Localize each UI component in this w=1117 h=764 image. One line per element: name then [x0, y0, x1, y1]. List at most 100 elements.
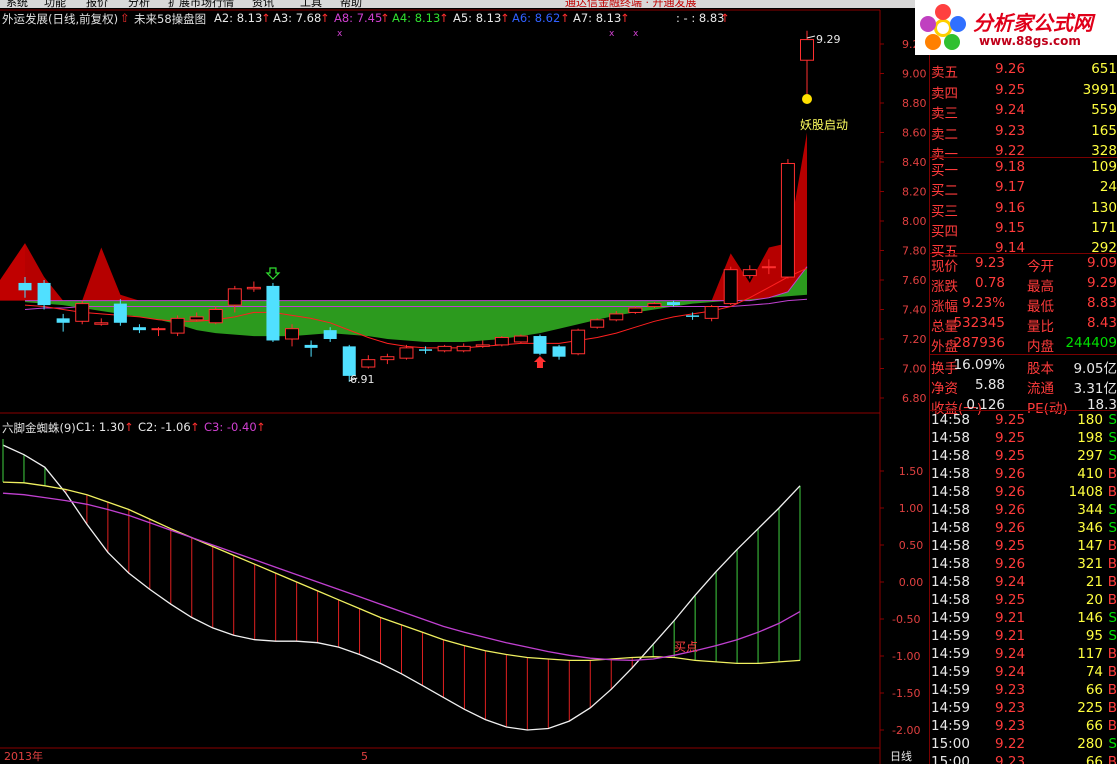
tick-row[interactable]: 14:59 9.23 66 B: [929, 718, 1117, 736]
up-signal-arrow-icon: [533, 356, 546, 368]
tick-row[interactable]: 14:58 9.26 410 B: [929, 466, 1117, 484]
tick-row[interactable]: 14:58 9.26 344 S: [929, 502, 1117, 520]
sell-row[interactable]: 卖五 9.26 651: [929, 61, 1117, 81]
candle: [780, 159, 795, 279]
candle-body: [285, 328, 300, 340]
tick-row[interactable]: 14:58 9.25 180 S: [929, 412, 1117, 430]
candle-body: [208, 309, 223, 324]
price-tick-label: 8.20: [902, 186, 927, 199]
sell-row[interactable]: 卖三 9.24 559: [929, 102, 1117, 122]
stat-row[interactable]: 总量 532345 量比 8.43: [929, 315, 1117, 335]
stat-label: 内盘: [1027, 339, 1054, 355]
stat-row[interactable]: 外盘 287936 内盘 244409: [929, 335, 1117, 355]
price-tick-label: 8.80: [902, 97, 927, 110]
buy-row[interactable]: 买三 9.16 130: [929, 199, 1117, 220]
buy-row[interactable]: 买二 9.17 24: [929, 179, 1117, 199]
buy-row[interactable]: 买一 9.18 109: [929, 159, 1117, 179]
tick-time: 14:58: [931, 412, 970, 428]
buy-row[interactable]: 买四 9.15 171: [929, 220, 1117, 240]
stat-value: 8.83: [1086, 295, 1117, 311]
sub-tick-label: -0.50: [892, 613, 920, 626]
tick-row[interactable]: 14:59 9.21 95 S: [929, 628, 1117, 646]
c1-line: [2, 444, 801, 731]
tick-price: 9.21: [995, 610, 1026, 626]
sell-row[interactable]: 卖二 9.23 165: [929, 123, 1117, 143]
tick-row[interactable]: 14:59 9.24 74 B: [929, 664, 1117, 682]
candle: [56, 313, 70, 332]
tick-row[interactable]: 14:59 9.23 225 B: [929, 700, 1117, 718]
red-band: [25, 132, 807, 301]
candle: [628, 306, 643, 314]
tick-row[interactable]: 14:58 9.25 297 S: [929, 448, 1117, 466]
tick-time: 14:58: [931, 430, 970, 446]
tick-time: 14:59: [931, 664, 970, 680]
sell-level-label: 卖三: [931, 106, 958, 122]
sell-level-label: 卖二: [931, 126, 958, 143]
candle: [132, 324, 146, 334]
tick-row[interactable]: 14:59 9.24 117 B: [929, 646, 1117, 664]
stat-value: 3.31亿: [1073, 381, 1117, 397]
candle: [590, 318, 605, 329]
tick-row[interactable]: 14:58 9.25 198 S: [929, 430, 1117, 448]
price-tick-label: 7.00: [902, 363, 927, 376]
tick-side: S: [1108, 448, 1117, 464]
stat-row[interactable]: 现价 9.23 今开 9.09: [929, 255, 1117, 275]
tick-time: 14:59: [931, 700, 970, 716]
tick-time: 14:58: [931, 466, 970, 482]
candle: [170, 315, 185, 337]
sell-price: 9.25: [995, 81, 1026, 98]
tick-price: 9.26: [995, 502, 1026, 518]
sub-tick-label: 1.00: [899, 502, 924, 515]
tick-row[interactable]: 14:59 9.23 66 B: [929, 682, 1117, 700]
tick-side: B: [1107, 682, 1117, 698]
tick-row[interactable]: 14:58 9.24 21 B: [929, 574, 1117, 592]
panel-divider: [929, 410, 1117, 411]
stat-value: 287936: [953, 335, 1005, 351]
candle: [571, 328, 586, 356]
sub-tick-label: 0.50: [899, 539, 924, 552]
stat-row[interactable]: 涨幅 9.23% 最低 8.83: [929, 295, 1117, 315]
stat-value: 9.09: [1086, 255, 1117, 271]
stat-value: 9.29: [1086, 275, 1117, 291]
tick-row[interactable]: 14:58 9.26 1408 B: [929, 484, 1117, 502]
tick-row[interactable]: 14:58 9.26 321 B: [929, 556, 1117, 574]
stat-label: 现价: [931, 259, 958, 275]
tick-side: S: [1108, 736, 1117, 752]
tick-row[interactable]: 15:00 9.23 66 B: [929, 754, 1117, 764]
candle-body: [647, 303, 662, 308]
tick-volume: 180: [1077, 412, 1103, 428]
tick-row[interactable]: 15:00 9.22 280 S: [929, 736, 1117, 754]
tick-price: 9.25: [995, 448, 1026, 464]
tick-row[interactable]: 14:59 9.21 146 S: [929, 610, 1117, 628]
buy-volume: 130: [1091, 199, 1117, 216]
candle-body: [94, 322, 109, 325]
tick-price: 9.25: [995, 592, 1026, 608]
buy-price: 9.18: [995, 159, 1026, 175]
stat-row[interactable]: 净资 5.88 流通 3.31亿: [929, 377, 1117, 397]
chart-area[interactable]: xxx 9.209.008.808.608.408.208.007.807.60…: [0, 0, 929, 764]
tick-row[interactable]: 14:58 9.25 20 B: [929, 592, 1117, 610]
candle-body: [513, 335, 528, 343]
buy-volume: 109: [1091, 159, 1117, 175]
stat-row[interactable]: 换手 16.09% 股本 9.05亿: [929, 357, 1117, 377]
tick-row[interactable]: 14:58 9.25 147 B: [929, 538, 1117, 556]
stat-row[interactable]: 涨跌 0.78 最高 9.29: [929, 275, 1117, 295]
candle-body: [666, 302, 680, 306]
logo-url[interactable]: www.88gs.com: [979, 34, 1081, 48]
candle: [246, 281, 261, 292]
panel-divider: [929, 157, 1117, 158]
sell-row[interactable]: 卖四 9.25 3991: [929, 81, 1117, 102]
period-label[interactable]: 日线: [890, 749, 912, 763]
tick-price: 9.23: [995, 700, 1026, 716]
panel-divider: [929, 354, 1117, 355]
candle-body: [686, 315, 700, 317]
stat-value: 9.23%: [962, 295, 1005, 311]
tick-row[interactable]: 14:58 9.26 346 S: [929, 520, 1117, 538]
candle-body: [37, 282, 51, 306]
tick-volume: 66: [1085, 682, 1103, 698]
candle-body: [304, 344, 318, 348]
tick-time: 14:59: [931, 610, 970, 626]
stat-label: 涨幅: [931, 299, 958, 315]
upper-bound-line: [25, 266, 808, 302]
buy-level-label: 买一: [931, 163, 958, 179]
